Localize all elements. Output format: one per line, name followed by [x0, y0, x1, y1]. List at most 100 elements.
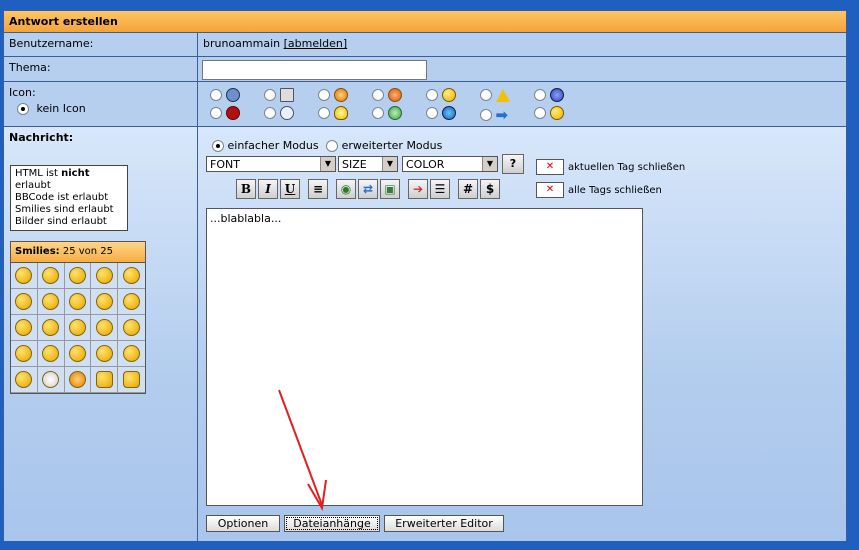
icon-radio-1[interactable]	[210, 89, 222, 101]
shock-icon[interactable]	[95, 293, 113, 310]
dizzy-icon[interactable]	[15, 319, 33, 336]
options-button[interactable]: Optionen	[206, 515, 280, 532]
username-row: Benutzername: brunoammain [abmelden]	[4, 33, 846, 57]
bbcode-permission: BBCode ist erlaubt	[15, 192, 109, 203]
logout-link[interactable]: [abmelden]	[284, 37, 348, 50]
advanced-editor-button[interactable]: Erweiterter Editor	[384, 515, 504, 532]
globe-link-icon[interactable]: ◉	[336, 179, 356, 199]
plain-icon[interactable]	[68, 345, 86, 362]
angry-icon[interactable]	[15, 293, 33, 310]
color-select-value: COLOR	[406, 158, 445, 171]
chevron-down-icon: ▼	[382, 157, 397, 171]
smile-icon[interactable]	[15, 267, 33, 284]
smilies-title: Smilies:	[15, 246, 60, 257]
annotation-arrow	[278, 389, 327, 511]
bold-button[interactable]: B	[236, 179, 256, 199]
sad-blue-face-icon	[549, 88, 564, 102]
happy-icon[interactable]	[42, 319, 60, 336]
icon-radio-6[interactable]	[480, 89, 492, 101]
icon-radio-8[interactable]	[210, 107, 222, 119]
thumbs-down-icon[interactable]	[123, 371, 141, 388]
tongue-icon[interactable]	[123, 267, 141, 284]
simple-mode-radio[interactable]	[212, 140, 224, 152]
exclamation-icon[interactable]	[123, 345, 141, 362]
close-all-tags-button[interactable]: ✕	[536, 182, 564, 198]
underline-button[interactable]: U	[280, 179, 300, 199]
smilies-grid	[11, 263, 145, 393]
chevron-down-icon: ▼	[482, 157, 497, 171]
mode-switch: einfacher Modus erweiterter Modus	[212, 139, 442, 152]
info-question-icon	[441, 106, 456, 120]
image-icon[interactable]: ▣	[380, 179, 400, 199]
email-icon[interactable]: ⇄	[358, 179, 378, 199]
smilies-header: Smilies: 25 von 25	[11, 242, 145, 263]
icon-radio-3[interactable]	[318, 89, 330, 101]
close-all-tags-label: alle Tags schließen	[568, 185, 662, 196]
laugh-icon[interactable]	[42, 267, 60, 284]
help-cursor-icon[interactable]: ?	[502, 154, 524, 174]
close-tag-label: aktuellen Tag schließen	[568, 162, 686, 173]
icon-radio-12[interactable]	[426, 107, 438, 119]
arrow-right-icon: ➡	[495, 106, 509, 124]
neutral-icon[interactable]	[15, 345, 33, 362]
question-mark-icon[interactable]	[15, 371, 33, 388]
angry-face-icon	[387, 88, 402, 102]
smilies-permission: Smilies sind erlaubt	[15, 204, 114, 215]
wink-icon[interactable]	[95, 267, 113, 284]
icon-row: Icon: kein Icon ➡	[4, 82, 846, 127]
form-title: Antwort erstellen	[4, 11, 846, 33]
italic-button[interactable]: I	[258, 179, 278, 199]
cool-icon[interactable]	[123, 319, 141, 336]
icon-radio-9[interactable]	[264, 107, 276, 119]
icon-radio-5[interactable]	[426, 89, 438, 101]
unsure-icon[interactable]	[68, 293, 86, 310]
extended-mode-radio[interactable]	[326, 140, 339, 152]
idea-icon[interactable]	[42, 371, 60, 388]
no-icon-label: kein Icon	[36, 102, 86, 115]
icon-radio-10[interactable]	[318, 107, 330, 119]
subject-label: Thema:	[4, 57, 198, 81]
icon-label: Icon:	[9, 86, 36, 99]
grumpy-face-icon	[225, 88, 240, 102]
icon-radio-2[interactable]	[264, 89, 276, 101]
dollar-button[interactable]: $	[480, 179, 500, 199]
happy-face-icon	[549, 106, 564, 120]
quote-icon[interactable]: ➔	[408, 179, 428, 199]
icon-radio-4[interactable]	[372, 89, 384, 101]
devil-icon[interactable]	[95, 319, 113, 336]
grin-icon[interactable]	[68, 267, 86, 284]
teeth-icon[interactable]	[95, 345, 113, 362]
icon-radio-11[interactable]	[372, 107, 384, 119]
red-circle-icon	[225, 106, 240, 120]
icon-label-cell: Icon: kein Icon	[4, 82, 198, 126]
icon-radio-7[interactable]	[534, 89, 546, 101]
lightbulb-icon	[333, 106, 348, 120]
size-select-value: SIZE	[342, 158, 367, 171]
no-icon-radio[interactable]	[17, 103, 29, 115]
subject-input[interactable]	[202, 60, 427, 80]
hash-button[interactable]: #	[458, 179, 478, 199]
color-select[interactable]: COLOR ▼	[402, 156, 498, 172]
arrow-icon[interactable]	[68, 371, 86, 388]
align-center-icon[interactable]: ≡	[308, 179, 328, 199]
message-label: Nachricht:	[9, 131, 74, 144]
big-grin-icon[interactable]	[42, 293, 60, 310]
wide-eyes-icon[interactable]	[123, 293, 141, 310]
blush-icon[interactable]	[68, 319, 86, 336]
icon-radio-13[interactable]	[480, 109, 492, 121]
extended-mode-label: erweiterter Modus	[341, 139, 443, 152]
thumbs-up-icon[interactable]	[95, 371, 113, 388]
size-select[interactable]: SIZE ▼	[338, 156, 398, 172]
smilies-panel: Smilies: 25 von 25	[10, 241, 146, 394]
simple-mode-label: einfacher Modus	[227, 139, 319, 152]
font-select[interactable]: FONT ▼	[206, 156, 336, 172]
username-label: Benutzername:	[4, 33, 198, 56]
icon-radio-14[interactable]	[534, 107, 546, 119]
sad-icon[interactable]	[42, 345, 60, 362]
list-icon[interactable]: ☰	[430, 179, 450, 199]
close-tag-button[interactable]: ✕	[536, 159, 564, 175]
username-cell: brunoammain [abmelden]	[198, 33, 846, 56]
warning-icon	[495, 88, 510, 102]
question-icon	[279, 106, 294, 120]
font-select-value: FONT	[210, 158, 240, 171]
